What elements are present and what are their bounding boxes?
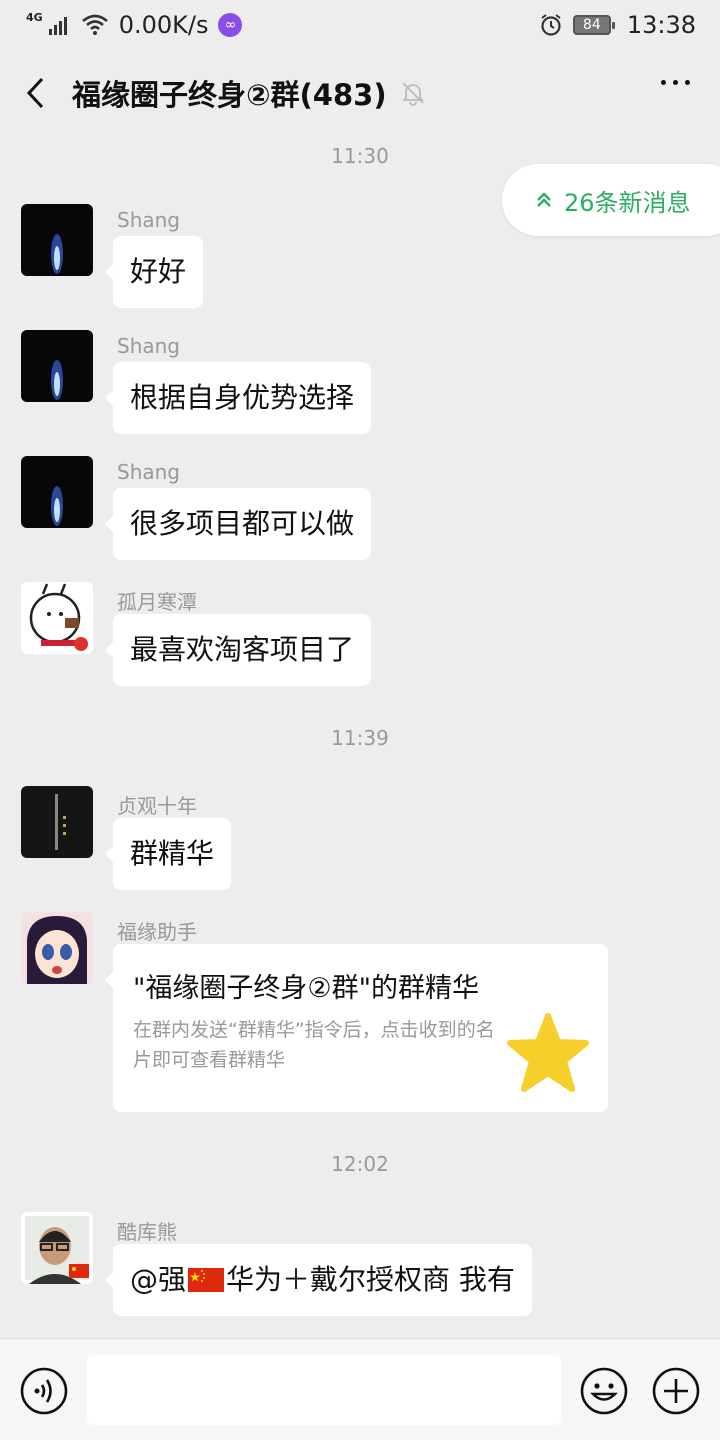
chevron-left-icon	[26, 77, 44, 109]
message-bubble[interactable]: @强 华为＋戴尔授权商 我有	[105, 1244, 532, 1316]
message-bubble[interactable]: 群精华	[104, 818, 232, 890]
alarm-icon	[541, 14, 561, 36]
voice-input-icon[interactable]	[20, 1367, 68, 1415]
new-messages-button[interactable]: 26条新消息	[502, 164, 720, 236]
sender-name: 酷库熊	[117, 1220, 177, 1244]
more-options-button[interactable]	[661, 80, 690, 85]
sender-name: Shang	[117, 208, 180, 232]
avatar[interactable]	[21, 582, 93, 654]
card-title: "福缘圈子终身②群"的群精华	[133, 973, 480, 1004]
chat-header: 福缘圈子终身②群(483)	[0, 50, 720, 136]
network-speed: 0.00K/s	[118, 11, 209, 39]
sender-name: 孤月寒潭	[117, 590, 197, 614]
status-bar: 4G 0.00K/s ∞ 84 13:38	[0, 0, 720, 50]
chat-title: 福缘圈子终身②群(483)	[72, 78, 387, 112]
avatar[interactable]	[21, 786, 93, 858]
message-bubble[interactable]: 根据自身优势选择	[104, 362, 372, 434]
sender-name: 贞观十年	[117, 794, 197, 818]
mention-text[interactable]: @强	[130, 1263, 186, 1296]
emoji-icon[interactable]	[580, 1367, 628, 1415]
plus-icon[interactable]	[652, 1367, 700, 1415]
input-bar	[0, 1338, 720, 1440]
star-icon	[507, 1013, 589, 1092]
muted-bell-icon	[401, 82, 424, 106]
avatar[interactable]	[21, 204, 93, 276]
message-input[interactable]	[87, 1355, 561, 1425]
message-bubble[interactable]: 最喜欢淘客项目了	[104, 614, 372, 686]
clock: 13:38	[626, 11, 696, 39]
avatar[interactable]	[21, 1212, 93, 1284]
message-bubble[interactable]: 很多项目都可以做	[104, 488, 372, 560]
timestamp: 12:02	[331, 1152, 389, 1176]
double-chevron-up-icon	[537, 192, 551, 207]
cell-signal-icon	[48, 17, 67, 35]
avatar[interactable]	[21, 456, 93, 528]
network-type: 4G	[26, 10, 43, 24]
group-highlights-card[interactable]: "福缘圈子终身②群"的群精华 在群内发送“群精华”指令后，点击收到的名片即可查看…	[105, 944, 608, 1112]
message-bubble[interactable]: 好好	[104, 236, 204, 308]
sender-name: Shang	[117, 460, 180, 484]
link-app-icon: ∞	[218, 13, 243, 37]
battery-indicator: 84	[572, 15, 615, 35]
card-description: 在群内发送“群精华”指令后，点击收到的名片即可查看群精华	[133, 1019, 495, 1071]
sender-name: Shang	[117, 334, 180, 358]
avatar[interactable]	[21, 912, 93, 984]
back-button[interactable]	[0, 50, 70, 136]
sender-name: 福缘助手	[117, 920, 197, 944]
china-flag-icon	[188, 1268, 225, 1292]
avatar[interactable]	[21, 330, 93, 402]
wifi-icon	[81, 14, 108, 35]
new-messages-label: 26条新消息	[564, 188, 691, 217]
timestamp: 11:39	[331, 726, 389, 750]
message-text: 华为＋戴尔授权商 我有	[226, 1263, 515, 1296]
